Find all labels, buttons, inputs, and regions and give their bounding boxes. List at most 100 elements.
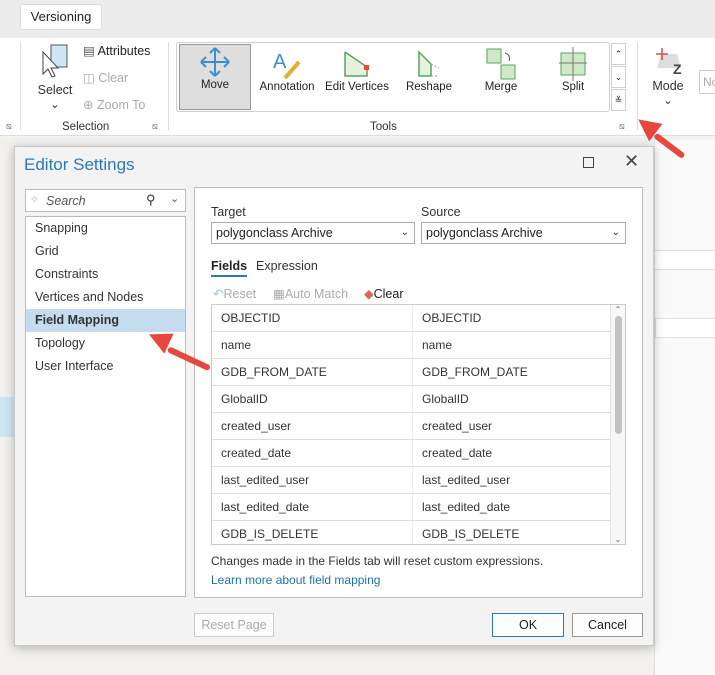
target-field-cell[interactable]: GDB_FROM_DATE <box>212 359 412 385</box>
tab-expression[interactable]: Expression <box>256 259 318 273</box>
ribbon: Select ⌄ ▤ Attributes ◫ Clear ⊕ Zoom To … <box>0 38 715 136</box>
field-mapping-table: OBJECTID OBJECTID name name GDB_FROM_DATE GDB… <box>211 304 626 545</box>
source-field-cell[interactable]: created_date <box>412 440 612 466</box>
source-label: Source <box>421 205 461 219</box>
table-row[interactable]: GDB_FROM_DATE GDB_FROM_DATE <box>212 359 625 386</box>
table-row[interactable]: created_date created_date <box>212 440 625 467</box>
ribbon-tab-bar: Versioning <box>0 0 715 38</box>
edit-vertices-icon <box>344 51 369 77</box>
reset-page-button[interactable]: Reset Page <box>194 613 274 637</box>
close-icon[interactable]: ✕ <box>624 151 639 172</box>
svg-text:Z: Z <box>673 61 682 76</box>
target-field-cell[interactable]: created_user <box>212 413 412 439</box>
maximize-icon[interactable] <box>583 157 594 168</box>
field-mapping-panel: Target polygonclass Archive ⌄ Source poly… <box>194 187 643 598</box>
table-row[interactable]: name name <box>212 332 625 359</box>
gallery-scroll-up[interactable]: ⌃ <box>611 43 626 65</box>
select-button[interactable]: Select ⌄ <box>34 42 76 111</box>
scrollbar-thumb[interactable] <box>614 316 622 434</box>
table-row[interactable]: GDB_IS_DELETE GDB_IS_DELETE <box>212 521 625 544</box>
nav-snapping[interactable]: Snapping <box>26 217 185 240</box>
source-field-cell[interactable]: GDB_IS_DELETE <box>412 521 612 544</box>
map-water <box>0 397 14 437</box>
attributes-button[interactable]: ▤ Attributes <box>83 43 150 58</box>
cancel-button[interactable]: Cancel <box>572 613 643 637</box>
annotation-icon: A <box>273 51 301 80</box>
clear-icon: ◫ <box>83 71 99 85</box>
zoom-to-button[interactable]: ⊕ Zoom To <box>83 97 145 112</box>
selection-launcher-icon[interactable]: ⧅ <box>152 121 158 132</box>
nav-grid[interactable]: Grid <box>26 240 185 263</box>
split-icon <box>559 47 587 81</box>
clear-button[interactable]: ◆Clear <box>364 286 404 301</box>
clear-selection-button[interactable]: ◫ Clear <box>83 70 128 85</box>
merge-icon <box>486 48 516 80</box>
nav-user-interface[interactable]: User Interface <box>26 355 185 378</box>
ok-button[interactable]: OK <box>492 613 564 637</box>
search-input[interactable]: ✧ Search ⚲ ⌄ <box>25 189 186 212</box>
target-field-cell[interactable]: created_date <box>212 440 412 466</box>
learn-more-link[interactable]: Learn more about field mapping <box>211 573 380 587</box>
target-field-cell[interactable]: name <box>212 332 412 358</box>
target-field-cell[interactable]: last_edited_date <box>212 494 412 520</box>
tool-reshape[interactable]: Reshape <box>393 47 465 109</box>
mode-button[interactable]: Z Mode ⌄ <box>648 44 688 107</box>
editor-settings-dialog: Editor Settings ✕ ✧ Search ⚲ ⌄ Snapping … <box>14 146 654 646</box>
zoom-icon: ⊕ <box>83 98 97 112</box>
target-field-cell[interactable]: GlobalID <box>212 386 412 412</box>
undo-icon: ↶ <box>213 287 224 301</box>
table-row[interactable]: OBJECTID OBJECTID <box>212 305 625 332</box>
gallery-expand[interactable]: ≚ <box>611 89 626 111</box>
auto-match-button[interactable]: ▦Auto Match <box>273 286 348 301</box>
tool-edit-vertices[interactable]: Edit Vertices <box>321 47 393 109</box>
table-row[interactable]: last_edited_date last_edited_date <box>212 494 625 521</box>
gallery-scroll-down[interactable]: ⌄ <box>611 66 626 88</box>
target-field-cell[interactable]: GDB_IS_DELETE <box>212 521 412 544</box>
table-row[interactable]: last_edited_user last_edited_user <box>212 467 625 494</box>
mode-icon: Z <box>656 48 682 77</box>
launcher-icon[interactable]: ⧅ <box>6 121 12 132</box>
right-pane <box>654 140 715 675</box>
partial-dropdown[interactable]: No <box>699 70 715 94</box>
chevron-down-icon: ⌄ <box>50 99 60 111</box>
target-label: Target <box>211 205 246 219</box>
settings-nav: Snapping Grid Constraints Vertices and N… <box>25 216 186 597</box>
source-field-cell[interactable]: last_edited_user <box>412 467 612 493</box>
tool-split[interactable]: Split <box>537 47 609 109</box>
chevron-down-icon: ⌄ <box>611 227 620 238</box>
eraser-icon: ◆ <box>364 287 374 301</box>
tool-merge[interactable]: Merge <box>465 47 537 109</box>
tool-annotation[interactable]: A Annotation <box>251 47 323 109</box>
source-field-cell[interactable]: last_edited_date <box>412 494 612 520</box>
source-dropdown[interactable]: polygonclass Archive ⌄ <box>421 222 626 244</box>
reset-button[interactable]: ↶Reset <box>213 286 256 301</box>
source-field-cell[interactable]: name <box>412 332 612 358</box>
chevron-down-icon[interactable]: ⌄ <box>170 192 179 205</box>
source-field-cell[interactable]: OBJECTID <box>412 305 612 331</box>
auto-match-icon: ▦ <box>273 287 285 301</box>
table-row[interactable]: GlobalID GlobalID <box>212 386 625 413</box>
nav-constraints[interactable]: Constraints <box>26 263 185 286</box>
tab-versioning[interactable]: Versioning <box>20 4 102 30</box>
chevron-down-icon: ⌄ <box>400 227 409 238</box>
tools-gallery: Move A Annotation Edit Vertices Reshape … <box>176 42 610 112</box>
svg-text:A: A <box>273 51 287 73</box>
dialog-title: Editor Settings <box>24 155 135 174</box>
target-field-cell[interactable]: last_edited_user <box>212 467 412 493</box>
reshape-icon <box>418 50 440 77</box>
tool-move[interactable]: Move <box>179 44 251 110</box>
chevron-down-icon: ⌄ <box>663 95 673 107</box>
tab-fields[interactable]: Fields <box>211 259 248 277</box>
search-icon[interactable]: ⚲ <box>146 192 156 208</box>
target-dropdown[interactable]: polygonclass Archive ⌄ <box>211 222 415 244</box>
source-field-cell[interactable]: GDB_FROM_DATE <box>412 359 612 385</box>
source-field-cell[interactable]: created_user <box>412 413 612 439</box>
table-row[interactable]: created_user created_user <box>212 413 625 440</box>
source-field-cell[interactable]: GlobalID <box>412 386 612 412</box>
fields-note: Changes made in the Fields tab will rese… <box>211 554 544 568</box>
move-icon <box>200 47 230 77</box>
nav-vertices-and-nodes[interactable]: Vertices and Nodes <box>26 286 185 309</box>
target-field-cell[interactable]: OBJECTID <box>212 305 412 331</box>
tools-launcher-icon[interactable]: ⧅ <box>619 121 625 132</box>
table-scrollbar[interactable]: ⌃ ⌄ <box>610 305 625 544</box>
